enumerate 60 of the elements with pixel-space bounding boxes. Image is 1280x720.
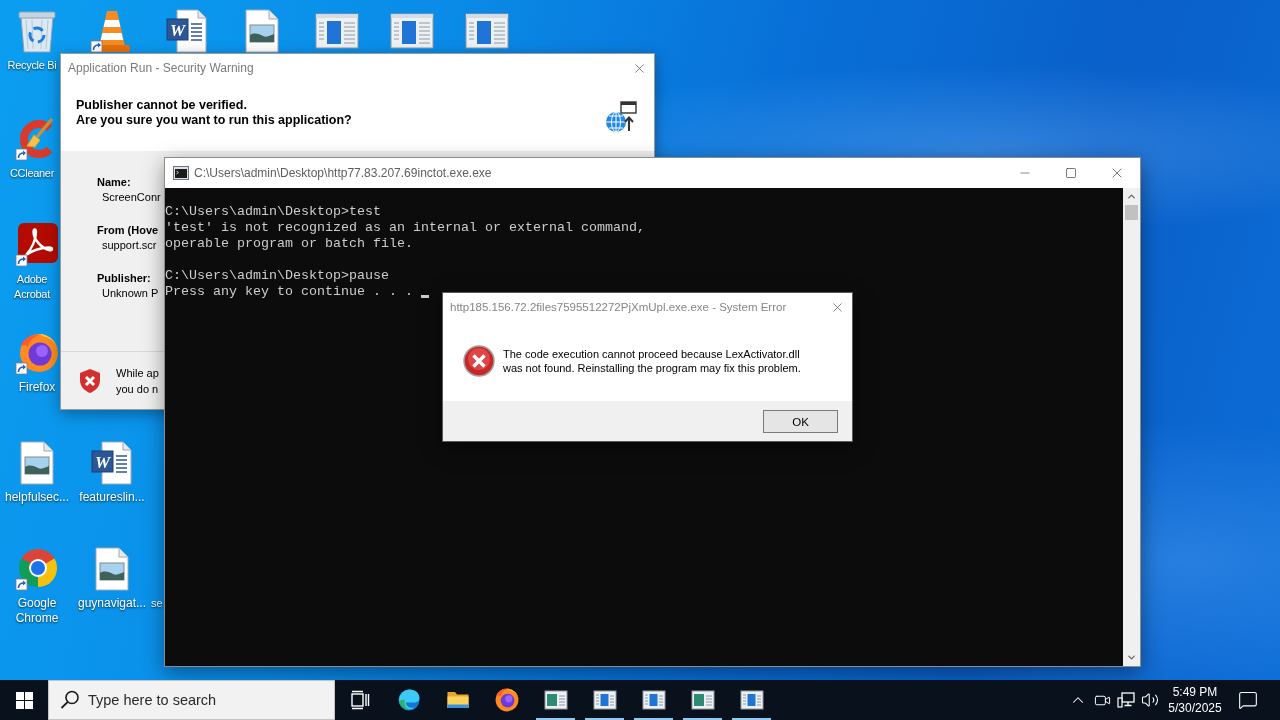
window-file-icon[interactable]	[465, 13, 509, 49]
adobe-acrobat-icon[interactable]	[15, 222, 59, 268]
desktop-icon-label[interactable]: CCleaner	[4, 166, 60, 181]
dialog-title: http185.156.72.2files7595512272PjXmUpl.exe.exe - System Error	[449, 301, 787, 313]
desktop-icon-label[interactable]: Google Chrome	[0, 596, 74, 626]
warning-question: Are you sure you want to run this application?	[76, 113, 352, 128]
window-title: C:\Users\admin\Desktop\http77.83.207.69inctot.exe.exe	[193, 166, 492, 180]
google-chrome-icon[interactable]	[15, 546, 59, 592]
image-file-icon[interactable]	[19, 440, 55, 486]
windows-logo-icon	[15, 691, 33, 709]
error-message: The code execution cannot proceed because LexActivator.dll was not found. Reinstalling the program may fix this problem.	[503, 347, 801, 375]
globe-window-icon	[605, 101, 637, 133]
window-file-icon	[641, 688, 666, 712]
console-line: operable program or batch file.	[165, 236, 413, 252]
scrollbar-track[interactable]	[1123, 188, 1140, 666]
desktop-icon-label[interactable]: Recycle Bi	[4, 58, 60, 73]
fox-globe-icon	[494, 688, 519, 712]
volume-icon	[1141, 691, 1159, 709]
field-label: Publisher:	[97, 271, 151, 286]
desktop-icon-label[interactable]: guynavigat...	[77, 596, 146, 611]
image-file-icon[interactable]	[94, 546, 130, 592]
window-file-icon	[739, 688, 764, 712]
desktop-icon-label[interactable]: featureslin...	[79, 490, 145, 505]
image-file-icon[interactable]	[244, 8, 280, 54]
dialog-title: Application Run - Security Warning	[67, 61, 254, 75]
window-file-icon[interactable]	[390, 13, 434, 49]
clock-button[interactable]: 5:49 PM 5/30/2025	[1162, 680, 1228, 720]
window-file-icon[interactable]	[315, 13, 359, 49]
field-value: Unknown P	[101, 286, 159, 301]
field-label: Name:	[97, 175, 131, 190]
recycle-bin-icon[interactable]	[17, 8, 57, 54]
ok-button[interactable]: OK	[763, 410, 838, 433]
scroll-thumb[interactable]	[1125, 205, 1138, 220]
field-value: support.scr	[101, 238, 157, 253]
picture-window-icon	[543, 688, 568, 712]
search-icon	[60, 690, 79, 709]
console-line: Press any key to continue . . .	[165, 284, 413, 300]
wired-network-icon	[1117, 691, 1135, 709]
console-line: C:\Users\admin\Desktop>pause	[165, 268, 389, 284]
field-label: From (Hove	[97, 223, 159, 238]
console-line: 'test' is not recognized as an internal or external command,	[165, 220, 645, 236]
picture-window-icon	[690, 688, 715, 712]
search-field[interactable]: Type here to search	[48, 680, 335, 720]
error-icon	[463, 345, 495, 377]
desktop-icon-label[interactable]: helpfulsec...	[4, 490, 69, 505]
desktop-icon-label[interactable]: Firefox	[18, 380, 56, 395]
task-view-icon	[349, 690, 370, 710]
console-line: C:\Users\admin\Desktop>test	[165, 204, 381, 220]
field-value: ScreenConr	[101, 190, 161, 205]
swirl-globe-icon	[396, 688, 421, 712]
console-icon	[173, 166, 189, 180]
window-file-icon	[592, 688, 617, 712]
notification-icon	[1238, 690, 1258, 710]
shield-x-icon	[78, 367, 102, 394]
warning-heading: Publisher cannot be verified.	[76, 98, 248, 113]
caret-down-icon	[1126, 652, 1137, 663]
maximize-icon	[1065, 167, 1077, 179]
warning-text: While ap you do n	[116, 365, 159, 397]
desktop-icon-label[interactable]: se	[151, 596, 163, 611]
desktop-icon-label[interactable]: Adobe Acrobat	[4, 272, 60, 302]
